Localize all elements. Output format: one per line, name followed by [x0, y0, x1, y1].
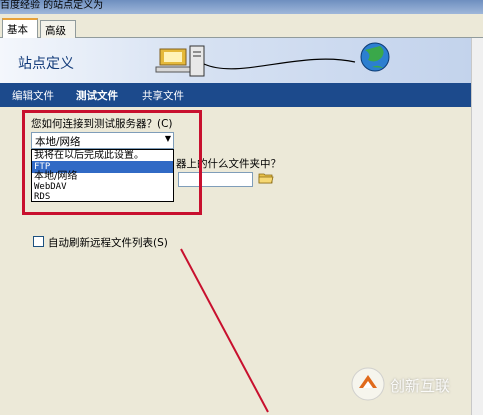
connect-question-label: 您如何连接到测试服务器？(C): [31, 118, 173, 130]
connect-method-select[interactable]: 本地/网络 ▼: [31, 132, 174, 149]
auto-refresh-checkbox[interactable]: [33, 236, 44, 247]
connect-method-value: 本地/网络: [35, 136, 81, 148]
watermark-text: 创新互联: [390, 377, 451, 395]
folder-path-input[interactable]: [178, 172, 253, 187]
nav-sharing-files[interactable]: 共享文件: [142, 88, 184, 103]
chevron-down-icon[interactable]: ▼: [165, 134, 171, 143]
category-navbar: 编辑文件 测试文件 共享文件: [0, 83, 471, 107]
vertical-scrollbar[interactable]: [471, 38, 483, 415]
watermark-logo-icon: [351, 367, 385, 401]
window-titlebar: 百度经验 的站点定义为: [0, 0, 483, 14]
auto-refresh-label: 自动刷新远程文件列表(S): [48, 237, 168, 249]
folder-browse-icon[interactable]: [258, 171, 274, 185]
nav-testing-files[interactable]: 测试文件: [76, 88, 118, 103]
tab-basic[interactable]: 基本: [2, 18, 38, 39]
tab-strip: 基本 高级: [0, 14, 483, 39]
window-title: 百度经验 的站点定义为: [0, 0, 104, 11]
connect-method-dropdown: 我将在以后完成此设置。 FTP 本地/网络 WebDAV RDS: [31, 149, 174, 202]
option-rds[interactable]: RDS: [32, 191, 173, 203]
banner-title: 站点定义: [18, 56, 74, 72]
network-illustration-icon: [155, 42, 390, 77]
nav-editing-files[interactable]: 编辑文件: [12, 88, 54, 103]
tab-advanced[interactable]: 高级: [40, 20, 76, 38]
folder-question-label: 器上的什么文件夹中？: [176, 158, 281, 170]
site-definition-banner: 站点定义: [0, 38, 471, 83]
